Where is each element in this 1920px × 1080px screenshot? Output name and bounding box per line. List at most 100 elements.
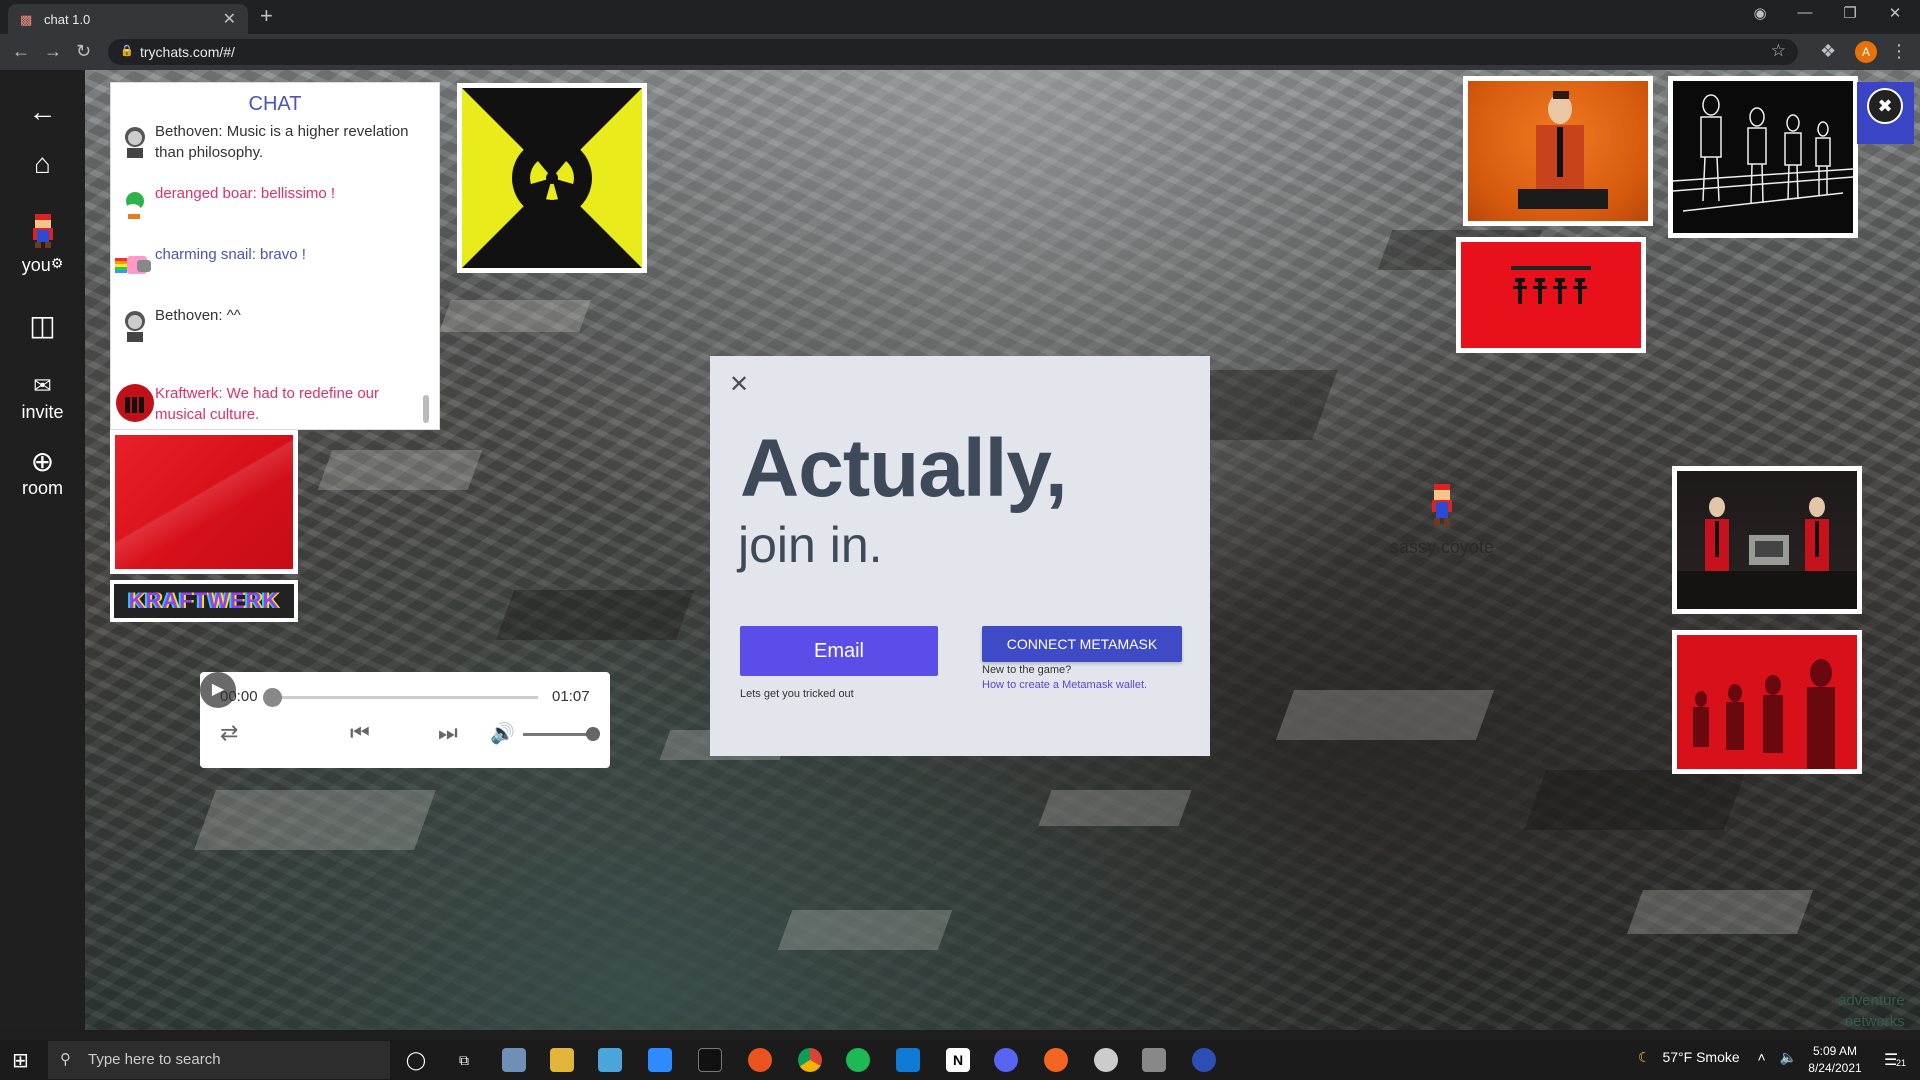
adventure-networks-label[interactable]: adventure networks	[1838, 990, 1905, 1032]
tab-search-icon[interactable]: ◉	[1740, 4, 1780, 22]
kraftwerk-red-logo-tile[interactable]	[1456, 237, 1646, 353]
corner-label-line1: adventure	[1838, 992, 1905, 1009]
radiation-symbol-icon	[462, 88, 642, 268]
system-tray[interactable]: ☾ 57°F Smoke ˄ 🔈	[1638, 1049, 1797, 1066]
chevron-up-icon[interactable]: ˄	[1758, 1049, 1766, 1065]
player-progress-track[interactable]	[272, 696, 538, 699]
back-icon[interactable]: ←	[12, 41, 30, 62]
beethoven-avatar-icon	[125, 311, 145, 342]
kraftwerk-stage-photo-tile[interactable]	[1672, 466, 1862, 614]
yoshi-avatar-icon	[125, 192, 144, 219]
red-abstract-image-tile[interactable]	[110, 430, 298, 574]
band-on-stage-icon	[1677, 497, 1857, 609]
kraftwerk-banner-tile[interactable]: KRAFTWERK	[110, 580, 298, 622]
email-button[interactable]: Email	[740, 626, 938, 676]
restore-button[interactable]: ❐	[1830, 4, 1870, 22]
volume-track[interactable]	[523, 733, 593, 736]
kraftwerk-orange-photo-tile[interactable]	[1463, 76, 1653, 226]
terminal-icon[interactable]	[698, 1048, 722, 1072]
modal-headline: Actually,	[740, 423, 1068, 514]
connect-metamask-button[interactable]: CONNECT METAMASK	[982, 626, 1182, 662]
add-room-button[interactable]: ⊕ room	[0, 446, 85, 499]
volume-icon[interactable]: 🔊	[490, 721, 515, 746]
player-current-time: 00:00	[220, 688, 258, 705]
browser-tab[interactable]: ▩ chat 1.0 ✕	[8, 4, 248, 34]
task-view-icon[interactable]: ⧉	[452, 1048, 476, 1072]
left-rail: ← ⌂ you⚙ ◫ ✉ invite ⊕ room	[0, 70, 85, 1030]
musician-silhouette-icon	[1518, 91, 1608, 209]
forward-icon[interactable]: →	[44, 41, 62, 62]
reload-icon[interactable]: ↻	[76, 41, 91, 62]
extensions-icon[interactable]: ❖	[1820, 41, 1836, 62]
chat-bubble-icon: ◫	[29, 310, 56, 341]
repeat-icon[interactable]: ⇄	[220, 720, 238, 746]
join-modal: ✕ Actually, join in. Email Lets get you …	[710, 356, 1210, 756]
new-tab-button[interactable]: +	[260, 3, 273, 29]
windows-start-icon[interactable]: ⊞	[12, 1048, 29, 1073]
notifications-icon[interactable]: ☰ 21	[1884, 1050, 1907, 1070]
metamask-question: New to the game?	[982, 664, 1072, 676]
pin-icon[interactable]: ✖	[1867, 88, 1903, 124]
previous-track-icon[interactable]: ⏮	[350, 720, 370, 746]
app-icon[interactable]	[1094, 1048, 1118, 1072]
app-icon[interactable]	[1192, 1048, 1216, 1072]
kraftwerk-wireframe-photo-tile[interactable]	[1668, 76, 1858, 238]
room-label: room	[21, 478, 63, 498]
close-window-button[interactable]: ✕	[1875, 4, 1915, 22]
player-progress-knob[interactable]	[262, 688, 282, 707]
home-button[interactable]: ⌂	[0, 148, 85, 180]
spotify-icon[interactable]	[846, 1048, 870, 1072]
corner-label-line2: networks	[1844, 1013, 1905, 1030]
audio-player[interactable]: 00:00 01:07 ⇄ ⏮ ▶ ⏭ 🔊	[200, 672, 610, 768]
nyan-cat-avatar-icon	[115, 256, 151, 274]
radiation-image-tile[interactable]	[457, 83, 647, 273]
zoom-icon[interactable]	[648, 1048, 672, 1072]
kraftwerk-red-band-photo-tile[interactable]	[1672, 630, 1862, 774]
red-abstract-image	[115, 435, 293, 569]
tab-close-icon[interactable]: ✕	[223, 9, 236, 29]
notion-icon[interactable]: N	[946, 1048, 970, 1072]
metamask-help-link[interactable]: How to create a Metamask wallet.	[982, 679, 1147, 691]
rock-slab	[1275, 690, 1495, 740]
taskbar-clock[interactable]: 5:09 AM 8/24/2021	[1790, 1043, 1880, 1077]
minimize-button[interactable]: —	[1785, 4, 1825, 21]
chrome-icon[interactable]	[798, 1048, 822, 1072]
invite-button[interactable]: ✉ invite	[0, 370, 85, 423]
back-arrow-icon: ←	[28, 96, 57, 127]
next-track-icon[interactable]: ⏭	[438, 720, 458, 746]
modal-subheadline: join in.	[738, 517, 883, 573]
chat-scrollbar[interactable]	[423, 395, 429, 423]
ubuntu-icon[interactable]	[748, 1048, 772, 1072]
app-icon[interactable]	[502, 1048, 526, 1072]
profile-avatar[interactable]: A	[1855, 41, 1877, 63]
address-bar[interactable]: 🔒 trychats.com/#/ ☆	[108, 39, 1798, 65]
back-arrow-button[interactable]: ←	[0, 96, 85, 128]
vscode-icon[interactable]	[896, 1048, 920, 1072]
rock-slab	[439, 300, 591, 332]
settings-gear-icon[interactable]: ⚙	[51, 255, 64, 271]
chat-panel[interactable]: CHAT Bethoven: Music is a higher revelat…	[110, 82, 440, 430]
rock-slab	[1626, 890, 1814, 934]
kraftwerk-stage-photo	[1677, 471, 1857, 609]
beethoven-avatar-icon	[125, 127, 145, 158]
weather-moon-icon: ☾	[1638, 1049, 1651, 1065]
chat-message-text: Bethoven: Music is a higher revelation t…	[155, 123, 409, 161]
bookmark-star-icon[interactable]: ☆	[1771, 41, 1786, 61]
app-icon[interactable]	[1142, 1048, 1166, 1072]
mario-player-sprite-icon[interactable]	[1428, 484, 1456, 528]
radiation-image	[462, 88, 642, 268]
modal-close-icon[interactable]: ✕	[729, 370, 749, 399]
weather-text: 57°F Smoke	[1662, 1049, 1740, 1065]
discord-icon[interactable]	[994, 1048, 1018, 1072]
chat-toggle-button[interactable]: ◫	[0, 310, 85, 342]
file-explorer-icon[interactable]	[550, 1048, 574, 1072]
partial-blue-tile[interactable]: ✖	[1857, 82, 1914, 144]
you-button[interactable]: you⚙	[0, 214, 85, 276]
taskbar-search-box[interactable]: ⚲ Type here to search	[48, 1041, 390, 1079]
cortana-icon[interactable]: ◯	[404, 1048, 428, 1072]
app-icon[interactable]	[1044, 1048, 1068, 1072]
menu-kebab-icon[interactable]: ⋮	[1890, 41, 1908, 62]
volume-knob[interactable]	[586, 727, 600, 741]
browser-tab-strip	[0, 0, 1920, 34]
app-icon[interactable]	[598, 1048, 622, 1072]
